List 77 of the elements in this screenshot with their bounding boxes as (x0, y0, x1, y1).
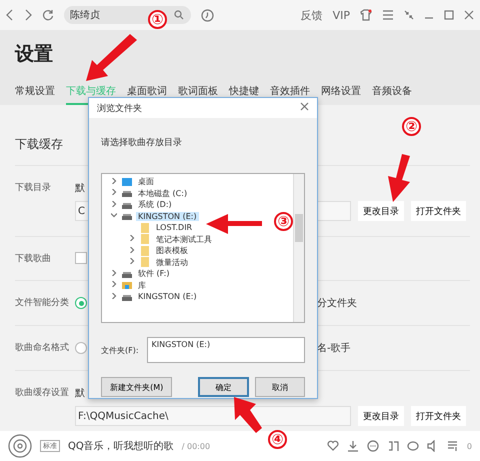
drive-icon (122, 211, 132, 222)
tree-item[interactable]: 本地磁盘 (C:) (110, 188, 190, 199)
checkbox[interactable] (75, 252, 87, 264)
settings-tab[interactable]: 快捷键 (229, 81, 259, 105)
tree-item[interactable]: 系统 (D:) (110, 199, 174, 210)
arrow-annotation (234, 397, 262, 433)
arrow-annotation (388, 154, 410, 202)
setting-label: 文件智能分类 (15, 296, 70, 310)
setting-label: 歌曲命名格式 (15, 342, 70, 355)
folder-label: 文件夹(F): (101, 344, 139, 356)
folder-icon (140, 222, 150, 233)
folder-icon (140, 246, 150, 256)
desktop-icon (122, 176, 132, 187)
download-icon[interactable] (346, 440, 359, 452)
tree-item[interactable]: 库 (110, 280, 148, 291)
tree-item[interactable]: 笔记本测试工具 (110, 234, 214, 245)
close-icon (300, 102, 309, 111)
tree-item[interactable]: 桌面 (110, 176, 156, 188)
radio-button[interactable] (75, 342, 87, 354)
folder-field[interactable]: KINGSTON (E:) (146, 337, 305, 363)
mini-mode-icon[interactable] (404, 10, 414, 20)
dialog-title: 浏览文件夹 (97, 102, 142, 114)
back-icon[interactable] (6, 9, 14, 21)
new-folder-button[interactable]: 新建文件夹(M) (101, 377, 172, 397)
playlist-icon[interactable] (446, 440, 459, 452)
tree-item[interactable]: LOST.DIR (110, 222, 194, 234)
time-display: / 00:00 (182, 442, 210, 450)
clock-icon[interactable] (201, 8, 214, 22)
setting-label: 下载歌曲 (15, 252, 52, 265)
tree-item[interactable]: 微量活动 (110, 256, 190, 268)
option-text: 分文件夹 (317, 296, 357, 310)
shirt-icon[interactable] (360, 9, 372, 21)
arrow-annotation (206, 214, 262, 234)
search-icon (174, 10, 184, 20)
setting-label: 下载目录 (15, 182, 52, 195)
page-title: 设置 (15, 42, 53, 67)
path-field[interactable]: F:\QQMusicCache\ (75, 406, 351, 426)
refresh-icon[interactable] (42, 9, 54, 21)
cancel-button[interactable]: 取消 (254, 377, 305, 397)
dialog-prompt: 请选择歌曲存放目录 (101, 136, 183, 149)
tree-item[interactable]: KINGSTON (E:) (110, 291, 199, 302)
folder-icon (140, 257, 150, 268)
settings-tab[interactable]: 音频设备 (372, 81, 412, 105)
close-icon[interactable] (464, 10, 474, 20)
menu-icon[interactable] (382, 10, 394, 20)
heart-icon[interactable] (326, 440, 339, 452)
library-icon (122, 280, 132, 290)
radio-button[interactable] (75, 297, 87, 309)
playlist-count: 0 (466, 442, 472, 450)
folder-icon (140, 234, 150, 244)
scrollbar-thumb[interactable] (295, 214, 303, 242)
forward-icon[interactable] (24, 9, 32, 21)
open-folder-button[interactable]: 打开文件夹 (411, 406, 466, 426)
setting-label: 歌曲缓存设置 (15, 386, 70, 400)
settings-tab[interactable]: 音效插件 (270, 81, 310, 105)
tree-item[interactable]: 图表模板 (110, 245, 190, 256)
disc-icon (8, 434, 32, 458)
setting-note: 默 (75, 182, 85, 195)
more-icon[interactable] (366, 440, 379, 452)
maximize-icon[interactable] (444, 10, 454, 20)
settings-tab[interactable]: 网络设置 (321, 81, 361, 105)
step-number: ② (402, 117, 421, 136)
change-directory-button[interactable]: 更改目录 (358, 201, 404, 221)
change-directory-button[interactable]: 更改目录 (358, 406, 404, 426)
open-folder-button[interactable]: 打开文件夹 (411, 201, 466, 221)
drive-icon (122, 188, 132, 198)
collapse-caret-icon (111, 212, 117, 218)
settings-tab[interactable]: 常规设置 (15, 81, 55, 105)
ok-button[interactable]: 确定 (198, 377, 249, 397)
tree-item[interactable]: 软件 (F:) (110, 268, 172, 280)
arrow-annotation (86, 34, 137, 81)
vip-link[interactable]: VIP (332, 8, 350, 22)
option-text: 名-歌手 (317, 342, 351, 355)
song-title: QQ音乐，听我想听的歌 (68, 440, 174, 453)
setting-note: 默 (75, 387, 85, 400)
feedback-link[interactable]: 反馈 (300, 8, 323, 22)
settings-tab[interactable]: 歌词面板 (178, 81, 218, 105)
